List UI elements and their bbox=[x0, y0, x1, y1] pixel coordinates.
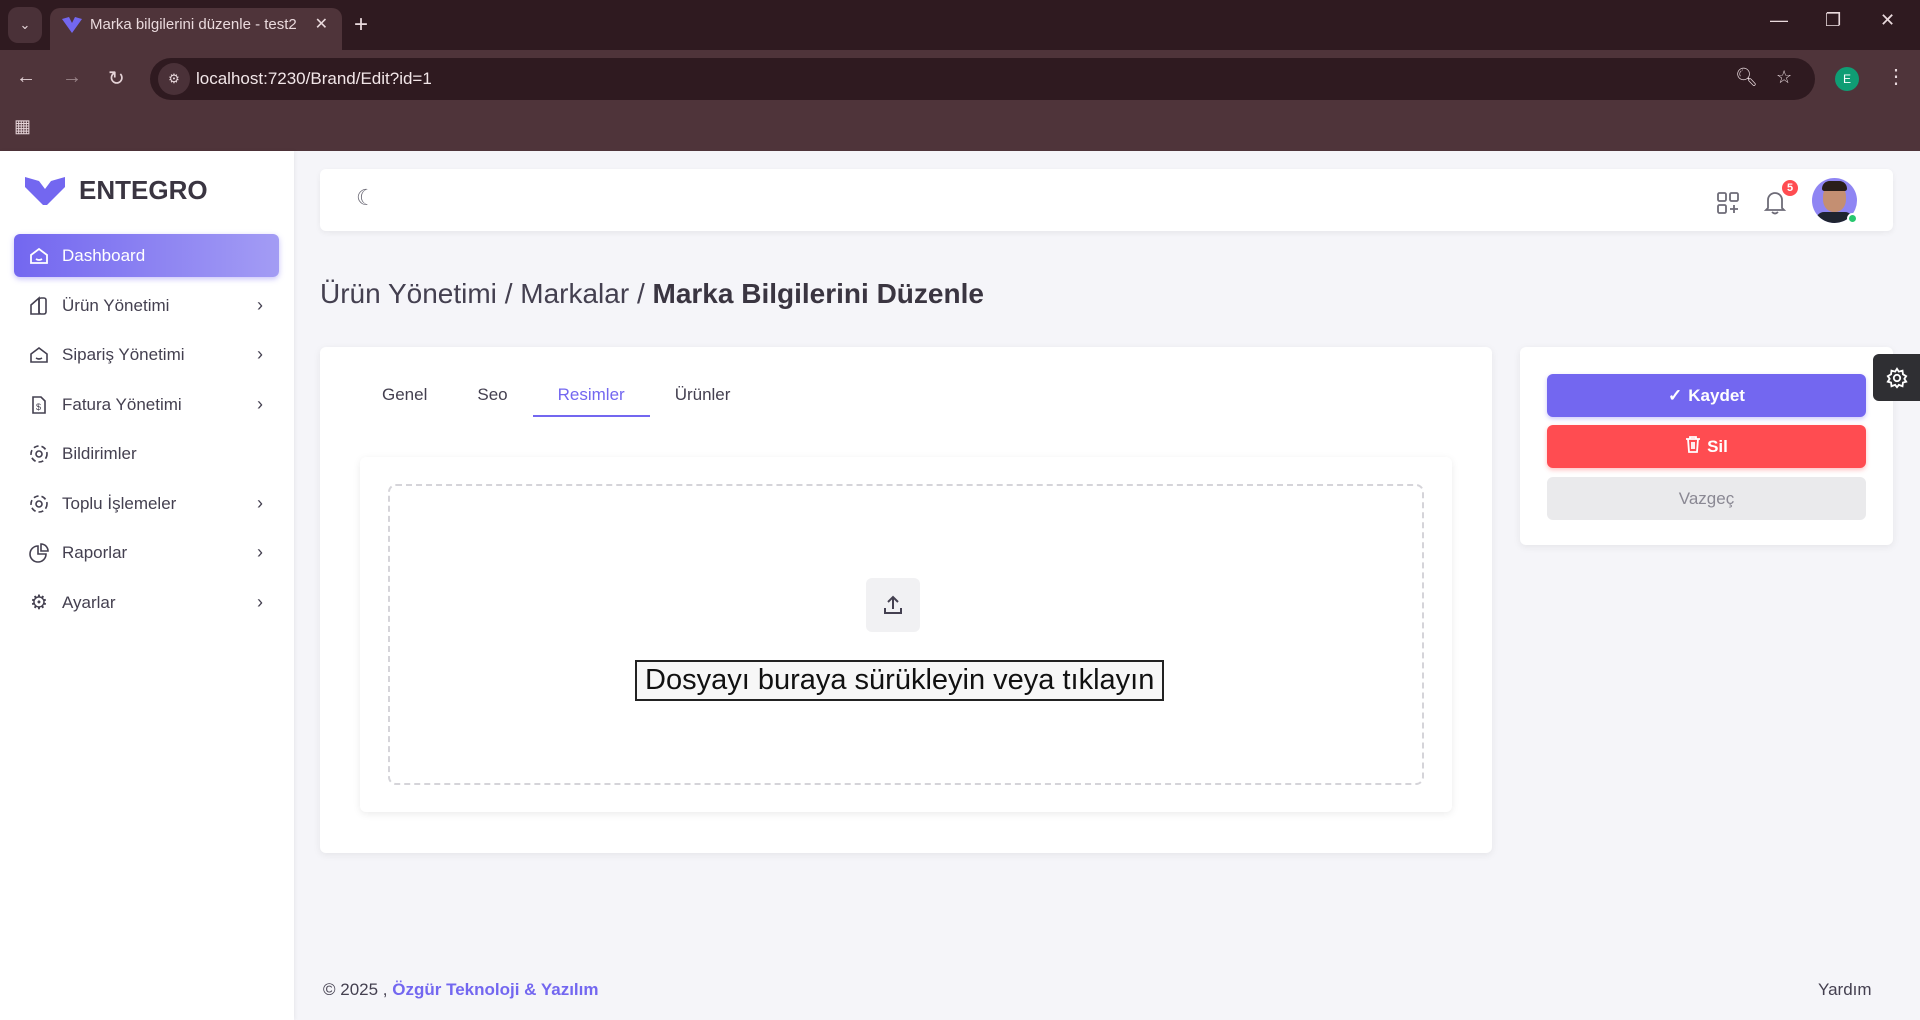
site-info-icon[interactable]: ⚙ bbox=[158, 63, 190, 95]
minimize-button[interactable]: — bbox=[1770, 10, 1788, 31]
dropzone-text: Dosyayı buraya sürükleyin veya tıklayın bbox=[635, 660, 1165, 701]
sidebar-item-dashboard[interactable]: Dashboard bbox=[14, 234, 279, 277]
logo-icon bbox=[25, 176, 65, 205]
profile-avatar[interactable]: E bbox=[1835, 67, 1859, 91]
svg-text:$: $ bbox=[36, 402, 41, 412]
tab-list: Genel Seo Resimler Ürünler bbox=[357, 375, 755, 417]
file-dropzone[interactable]: Dosyayı buraya sürükleyin veya tıklayın bbox=[388, 484, 1424, 785]
cancel-button[interactable]: Vazgeç bbox=[1547, 477, 1866, 520]
help-link[interactable]: Yardım bbox=[1818, 980, 1872, 1000]
close-window-button[interactable]: ✕ bbox=[1880, 10, 1895, 31]
online-status-dot bbox=[1847, 213, 1858, 224]
browser-menu-icon[interactable]: ⋮ bbox=[1886, 64, 1906, 89]
back-button[interactable]: ← bbox=[16, 66, 36, 89]
sidebar-item-label: Sipariş Yönetimi bbox=[62, 344, 185, 364]
breadcrumb: Ürün Yönetimi / Markalar / Marka Bilgile… bbox=[320, 278, 984, 310]
chart-pie-icon bbox=[28, 542, 50, 564]
order-icon bbox=[28, 344, 50, 366]
apps-icon[interactable]: ▦ bbox=[14, 116, 31, 137]
favicon-icon bbox=[62, 17, 82, 33]
restore-button[interactable]: ❐ bbox=[1825, 10, 1841, 31]
tab-title: Marka bilgilerini düzenle - test2 bbox=[90, 16, 297, 33]
new-tab-button[interactable]: + bbox=[354, 8, 368, 42]
delete-label: Sil bbox=[1707, 436, 1728, 456]
sidebar-item-ayarlar[interactable]: ⚙ Ayarlar › bbox=[14, 581, 279, 624]
upload-icon bbox=[866, 578, 920, 632]
sidebar-item-label: Dashboard bbox=[62, 245, 146, 265]
breadcrumb-separator: / bbox=[636, 278, 645, 309]
tab-urunler[interactable]: Ürünler bbox=[650, 375, 756, 417]
notification-badge: 5 bbox=[1782, 180, 1798, 196]
delete-button[interactable]: Sil bbox=[1547, 425, 1866, 468]
tab-genel[interactable]: Genel bbox=[357, 375, 452, 417]
sidebar-item-siparis-yonetimi[interactable]: Sipariş Yönetimi › bbox=[14, 333, 279, 376]
brand-logo[interactable]: ENTEGRO bbox=[25, 175, 208, 206]
actions-card: ✓ Kaydet Sil Vazgeç bbox=[1520, 347, 1893, 545]
edit-card: Genel Seo Resimler Ürünler Dosyayı buray… bbox=[320, 347, 1492, 853]
company-link[interactable]: Özgür Teknoloji & Yazılım bbox=[392, 980, 598, 999]
breadcrumb-separator: / bbox=[504, 278, 513, 309]
bookmark-star-icon[interactable]: ☆ bbox=[1776, 67, 1792, 88]
breadcrumb-markalar[interactable]: Markalar bbox=[520, 278, 629, 309]
gear-icon: ⚙ bbox=[30, 592, 48, 614]
brand-name: ENTEGRO bbox=[79, 175, 208, 205]
browser-tab[interactable]: Marka bilgilerini düzenle - test2 ✕ bbox=[50, 8, 342, 50]
sidebar-item-label: Bildirimler bbox=[62, 443, 137, 463]
trash-icon bbox=[1685, 435, 1701, 458]
save-button[interactable]: ✓ Kaydet bbox=[1547, 374, 1866, 417]
tab-seo[interactable]: Seo bbox=[452, 375, 532, 417]
sidebar-item-raporlar[interactable]: Raporlar › bbox=[14, 531, 279, 574]
gear-icon bbox=[1885, 366, 1908, 389]
bulk-icon bbox=[28, 493, 50, 515]
sidebar-item-label: Toplu İşlemeler bbox=[62, 493, 177, 513]
save-label: Kaydet bbox=[1688, 385, 1745, 405]
sidebar-item-urun-yonetimi[interactable]: Ürün Yönetimi › bbox=[14, 284, 279, 327]
sidebar: ENTEGRO Dashboard Ürün Yönetimi › Sipariş… bbox=[0, 151, 294, 1020]
breadcrumb-urun-yonetimi[interactable]: Ürün Yönetimi bbox=[320, 278, 497, 309]
sidebar-item-label: Fatura Yönetimi bbox=[62, 394, 182, 414]
browser-tabbar: ⌄ Marka bilgilerini düzenle - test2 ✕ + … bbox=[0, 0, 1920, 50]
forward-button[interactable]: → bbox=[62, 66, 82, 89]
avatar-hair bbox=[1822, 181, 1847, 191]
tab-resimler[interactable]: Resimler bbox=[532, 375, 650, 417]
check-icon: ✓ bbox=[1668, 385, 1683, 405]
chevron-right-icon: › bbox=[257, 592, 263, 612]
reload-button[interactable]: ↻ bbox=[108, 66, 125, 91]
chevron-right-icon: › bbox=[257, 394, 263, 414]
sidebar-item-label: Raporlar bbox=[62, 542, 128, 562]
address-bar[interactable]: ⚙ localhost:7230/Brand/Edit?id=1 🔍︎ ☆ bbox=[150, 58, 1815, 100]
tab-search-button[interactable]: ⌄ bbox=[8, 7, 42, 43]
invoice-icon: $ bbox=[28, 394, 50, 416]
footer: © 2025 , Özgür Teknoloji & Yazılım bbox=[323, 980, 599, 1000]
sidebar-item-bildirimler[interactable]: Bildirimler bbox=[14, 432, 279, 475]
chevron-right-icon: › bbox=[257, 295, 263, 315]
chevron-right-icon: › bbox=[257, 542, 263, 562]
top-navbar: ☾ 5 bbox=[320, 169, 1893, 231]
zoom-icon[interactable]: 🔍︎ bbox=[1735, 67, 1758, 88]
sidebar-item-label: Ürün Yönetimi bbox=[62, 295, 170, 315]
home-icon bbox=[28, 245, 50, 267]
product-icon bbox=[28, 295, 50, 317]
url-text[interactable]: localhost:7230/Brand/Edit?id=1 bbox=[196, 58, 432, 100]
sidebar-item-fatura-yonetimi[interactable]: $ Fatura Yönetimi › bbox=[14, 383, 279, 426]
theme-toggle-icon[interactable]: ☾ bbox=[356, 185, 376, 211]
chevron-right-icon: › bbox=[257, 493, 263, 513]
customizer-toggle-button[interactable] bbox=[1873, 354, 1920, 401]
close-tab-icon[interactable]: ✕ bbox=[315, 8, 328, 42]
chevron-right-icon: › bbox=[257, 344, 263, 364]
upload-panel: Dosyayı buraya sürükleyin veya tıklayın bbox=[360, 457, 1452, 812]
page-title: Marka Bilgilerini Düzenle bbox=[652, 278, 984, 309]
sidebar-item-label: Ayarlar bbox=[62, 592, 116, 612]
notification-icon bbox=[28, 443, 50, 465]
shortcuts-icon[interactable] bbox=[1716, 191, 1740, 215]
sidebar-item-toplu-islemeler[interactable]: Toplu İşlemeler › bbox=[14, 482, 279, 525]
copyright-text: © 2025 , bbox=[323, 980, 388, 999]
